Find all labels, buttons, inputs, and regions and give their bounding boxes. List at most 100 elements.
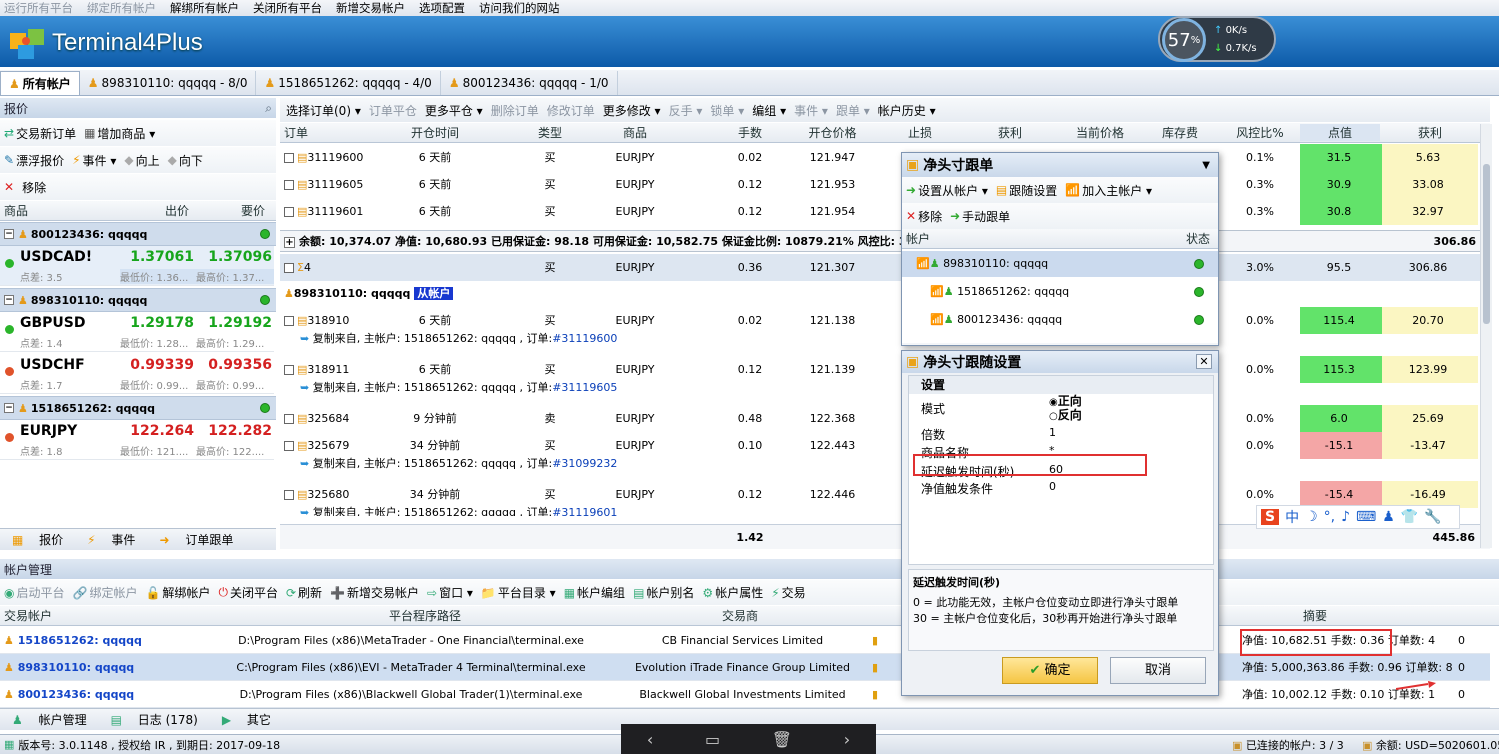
setting-value-3[interactable]: 0 xyxy=(1049,480,1056,493)
col-ask[interactable]: 要价 xyxy=(236,202,270,219)
quote-group-header[interactable]: − ♟ 898310110: qqqqq xyxy=(0,288,276,312)
radio-forward[interactable]: ◉正向 xyxy=(1049,395,1082,409)
row-checkbox[interactable] xyxy=(284,441,294,451)
row-checkbox[interactable] xyxy=(284,365,294,375)
orders-tb-3[interactable]: 删除订单 xyxy=(491,102,539,119)
acct-tb-9[interactable]: 帐户别名 xyxy=(646,584,694,601)
window-icon[interactable]: ▭ xyxy=(705,730,720,749)
quote-tab-2[interactable]: ➜ 订单跟单 xyxy=(153,531,239,548)
pin-icon[interactable]: ⌕ xyxy=(265,101,272,116)
order-col-4[interactable]: 手数 xyxy=(720,124,780,141)
radio-reverse[interactable]: ○反向 xyxy=(1049,409,1082,423)
copy-order-link[interactable]: #31119605 xyxy=(552,381,617,394)
order-row[interactable]: ▤325684 9 分钟前 卖 EURJPY 0.48 122.368 0.0% 6.0 25.… xyxy=(280,405,1490,432)
ime-button-2[interactable]: ☽ xyxy=(1305,509,1318,525)
order-col-8[interactable]: 当前价格 xyxy=(1060,124,1140,141)
ime-button-5[interactable]: ⌨ xyxy=(1356,509,1376,525)
row-checkbox[interactable] xyxy=(284,153,294,163)
row-checkbox[interactable] xyxy=(284,180,294,190)
ok-button[interactable]: ✔ 确定 xyxy=(1002,657,1098,684)
quote-row[interactable]: USDCAD! 点差: 3.5 1.37061 1.37096 最低价: 1.36...… xyxy=(0,246,274,286)
nf-tb-2[interactable]: 加入主帐户 ▾ xyxy=(1082,182,1152,199)
orders-tb-2[interactable]: 更多平仓 ▾ xyxy=(425,102,483,119)
orders-tb-7[interactable]: 锁单 ▾ xyxy=(710,102,744,119)
ime-button-8[interactable]: 🔧 xyxy=(1424,509,1441,525)
order-col-1[interactable]: 开仓时间 xyxy=(375,124,495,141)
acct-tb-6[interactable]: 窗口 ▾ xyxy=(439,584,473,601)
collapse-icon[interactable]: − xyxy=(4,229,14,239)
order-row[interactable]: ▤31119605 6 天前买 EURJPY 0.12 121.953 0.3% 30.9 3… xyxy=(280,171,1490,198)
row-checkbox[interactable] xyxy=(284,263,294,273)
quote-tb2-1[interactable]: 事件 ▾ xyxy=(83,152,117,169)
close-icon[interactable]: ✕ xyxy=(1196,354,1212,369)
acct-tab-2[interactable]: ▶ 其它 xyxy=(216,711,277,728)
tab-account-0[interactable]: ♟ 所有帐户 xyxy=(0,71,80,95)
acct-tb-2[interactable]: 解绑帐户 xyxy=(162,584,210,601)
top-6-button[interactable]: 访问我们的网站 xyxy=(479,0,560,16)
quote-tab-1[interactable]: ⚡ 事件 xyxy=(81,531,141,548)
account-row[interactable]: ♟ 898310110: qqqqq C:\Program Files (x86)… xyxy=(0,654,1490,681)
col-symbol[interactable]: 商品 xyxy=(4,202,28,219)
ime-button-4[interactable]: ♪ xyxy=(1341,509,1350,525)
order-col-9[interactable]: 库存费 xyxy=(1150,124,1210,141)
trash-icon[interactable]: 🗑 xyxy=(772,730,792,749)
quote-tab-0[interactable]: ▦ 报价 xyxy=(6,531,69,548)
ime-button-7[interactable]: 👕 xyxy=(1401,509,1418,525)
tab-account-1[interactable]: ♟ 898310110: qqqqq - 8/0 xyxy=(80,71,257,95)
acct-tb-11[interactable]: 交易 xyxy=(782,584,806,601)
ime-button-6[interactable]: ♟ xyxy=(1382,509,1395,525)
order-col-11[interactable]: 点值 xyxy=(1300,124,1380,141)
quote-tb2-0[interactable]: 漂浮报价 xyxy=(16,152,64,169)
ime-toolbar[interactable]: S 中 ☽ °, ♪ ⌨ ♟ 👕 🔧 xyxy=(1256,505,1460,529)
nf-account-row[interactable]: 📶♟ 800123436: qqqqq xyxy=(902,307,1218,333)
quote-row[interactable]: USDCHF 点差: 1.7 0.99339 0.99356 最低价: 0.99... 最… xyxy=(0,354,274,394)
acct-tb-1[interactable]: 绑定帐户 xyxy=(89,584,137,601)
copy-order-link[interactable]: #31119601 xyxy=(552,506,617,516)
tab-account-2[interactable]: ♟ 1518651262: qqqqq - 4/0 xyxy=(256,71,441,95)
net-follow-titlebar[interactable]: ▣ 净头寸跟单 ▼ xyxy=(902,153,1218,177)
orders-tb-0[interactable]: 选择订单(0) ▾ xyxy=(286,102,361,119)
quote-tb2-3[interactable]: 向下 xyxy=(179,152,203,169)
remove-button[interactable]: 移除 xyxy=(22,179,46,196)
acct-col-0[interactable]: 交易帐户 xyxy=(4,607,134,624)
sub-account-header[interactable]: ♟898310110: qqqqq 从帐户 xyxy=(284,284,454,304)
quote-tb1-0[interactable]: 交易新订单 xyxy=(16,125,76,142)
acct-tb-0[interactable]: 启动平台 xyxy=(16,584,64,601)
orders-tb-5[interactable]: 更多修改 ▾ xyxy=(603,102,661,119)
ime-button-1[interactable]: 中 xyxy=(1285,507,1299,527)
top-4-button[interactable]: 新增交易帐户 xyxy=(336,0,405,16)
row-checkbox[interactable] xyxy=(284,207,294,217)
row-checkbox[interactable] xyxy=(284,490,294,500)
orders-tb-1[interactable]: 订单平仓 xyxy=(369,102,417,119)
order-row[interactable]: Σ4 买 EURJPY 0.36 121.307 3.0% 95.5 306.86 xyxy=(280,254,1490,281)
order-row[interactable]: ▤31119600 6 天前 买 EURJPY 0.02 121.947 0.1% 31.5 5… xyxy=(280,144,1490,171)
nf-tb-1[interactable]: 跟随设置 xyxy=(1009,182,1057,199)
acct-tb-4[interactable]: 刷新 xyxy=(298,584,322,601)
nf-account-row[interactable]: 📶♟ 1518651262: qqqqq xyxy=(902,279,1218,305)
acct-tb-5[interactable]: 新增交易帐户 xyxy=(347,584,419,601)
nf-remove-button[interactable]: 移除 xyxy=(918,208,942,225)
quote-row[interactable]: GBPUSD 点差: 1.4 1.29178 1.29192 最低价: 1.28... 最… xyxy=(0,312,274,352)
orders-tb-8[interactable]: 编组 ▾ xyxy=(752,102,786,119)
order-col-12[interactable]: 获利 xyxy=(1380,124,1480,141)
acct-col-3[interactable]: 摘要 xyxy=(1240,607,1390,624)
orders-tb-9[interactable]: 事件 ▾ xyxy=(794,102,828,119)
acct-tb-10[interactable]: 帐户属性 xyxy=(715,584,763,601)
orders-scrollbar[interactable] xyxy=(1480,124,1492,548)
order-col-0[interactable]: 订单 xyxy=(280,124,340,141)
copy-order-link[interactable]: #31119600 xyxy=(552,332,617,345)
row-checkbox[interactable] xyxy=(284,414,294,424)
account-row[interactable]: ♟ 800123436: qqqqq D:\Program Files (x86)… xyxy=(0,681,1490,708)
orders-tb-11[interactable]: 帐户历史 ▾ xyxy=(878,102,936,119)
prev-icon[interactable]: ‹ xyxy=(647,730,653,749)
top-3-button[interactable]: 关闭所有平台 xyxy=(253,0,322,16)
quote-row[interactable]: EURJPY 点差: 1.8 122.264 122.282 最低价: 121.... 最… xyxy=(0,420,274,460)
order-row[interactable]: ▤31119601 6 天前 买 EURJPY 0.12 121.954 0.3% 30.8 3… xyxy=(280,198,1490,225)
order-col-10[interactable]: 风控比% xyxy=(1230,124,1290,141)
orders-tb-6[interactable]: 反手 ▾ xyxy=(669,102,703,119)
quote-tb1-1[interactable]: 增加商品 ▾ xyxy=(97,125,155,142)
scroll-thumb[interactable] xyxy=(1483,164,1490,324)
order-col-7[interactable]: 获利 xyxy=(980,124,1040,141)
order-col-2[interactable]: 类型 xyxy=(520,124,580,141)
acct-tb-7[interactable]: 平台目录 ▾ xyxy=(498,584,556,601)
